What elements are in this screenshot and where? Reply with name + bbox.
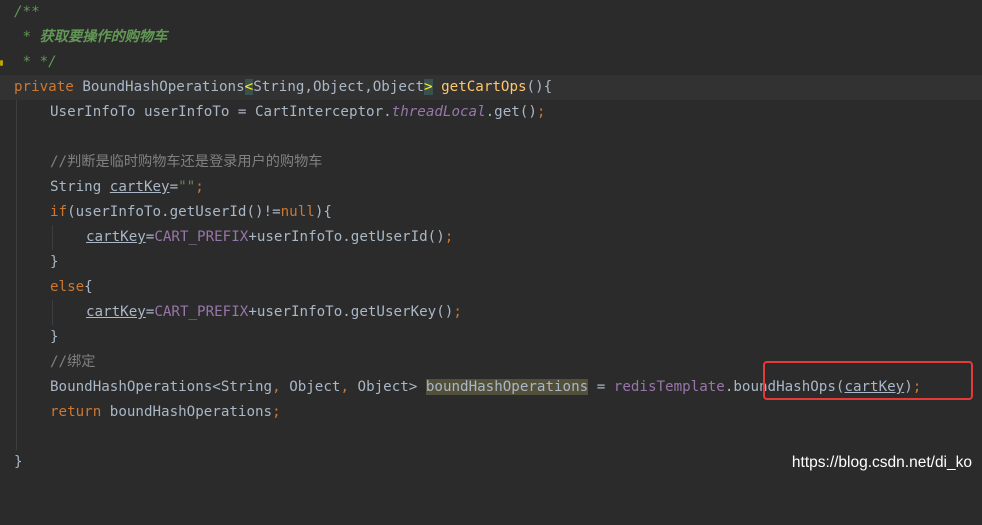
indent-guide [52,300,53,325]
keyword-null: null [280,204,315,220]
line-comment: //绑定 [50,354,96,370]
code-line-9: if(userInfoTo.getUserId()!=null){ [0,200,982,225]
return-type: BoundHashOperations [82,79,245,95]
indent-guide [16,425,17,450]
constant-cart-prefix: CART_PREFIX [154,229,249,245]
code-line-10: cartKey=CART_PREFIX+userInfoTo.getUserId… [0,225,982,250]
code-line-17: return boundHashOperations; [0,400,982,425]
generic-args: String,Object,Object [253,79,425,95]
javadoc-text: 获取要操作的购物车 [39,29,168,45]
indent-guide [16,125,17,150]
code-line-8: String cartKey=""; [0,175,982,200]
indent-guide [16,350,17,375]
highlight-annotation-box [763,361,973,400]
keyword-if: if [50,204,68,220]
keyword-return: return [50,404,110,420]
code-line-2: * 获取要操作的购物车 [0,25,982,50]
generic-close-bracket: > [424,79,433,95]
indent-guide [16,375,17,400]
indent-guide [52,225,53,250]
code-line-3: * */ [0,50,982,75]
field-redis-template: redisTemplate [613,379,725,395]
indent-guide [16,150,17,175]
closing-brace: } [50,254,59,270]
bookmark-gutter-icon[interactable] [0,60,3,66]
code-line-11: } [0,250,982,275]
generic-open-bracket: < [244,79,254,95]
indent-guide [16,200,17,225]
indent-guide [16,275,17,300]
code-line-13: cartKey=CART_PREFIX+userInfoTo.getUserKe… [0,300,982,325]
code-line-4: private BoundHashOperations<String,Objec… [0,75,982,100]
code-line-14: } [0,325,982,350]
code-line-12: else{ [0,275,982,300]
keyword-private: private [14,79,83,95]
constant-cart-prefix: CART_PREFIX [154,304,249,320]
indent-guide [16,300,17,325]
code-line-6 [0,125,982,150]
line-comment: //判断是临时购物车还是登录用户的购物车 [50,154,323,170]
closing-brace: } [50,329,59,345]
indent-guide [16,225,17,250]
method-closing-brace: } [14,454,23,470]
javadoc-open: /** [14,4,40,20]
code-line-1: /** [0,0,982,25]
static-field: threadLocal [391,104,486,120]
indent-guide [16,175,17,200]
code-line-18 [0,425,982,450]
keyword-else: else [50,279,85,295]
indent-guide [16,250,17,275]
method-signature-tail: (){ [526,79,553,95]
code-line-7: //判断是临时购物车还是登录用户的购物车 [0,150,982,175]
indent-guide [16,400,17,425]
variable-cartkey: cartKey [109,179,170,195]
watermark-url: https://blog.csdn.net/di_ko [791,454,972,471]
variable-cartkey: cartKey [86,304,146,320]
variable-declaration-highlight: boundHashOperations [425,379,589,395]
indent-guide [16,325,17,350]
variable-cartkey: cartKey [86,229,146,245]
method-name: getCartOps [441,79,527,95]
indent-guide [16,100,17,125]
javadoc-star: * [14,29,40,45]
javadoc-close: * */ [14,54,57,70]
code-editor[interactable]: /** * 获取要操作的购物车 * */ private BoundHashOp… [0,0,982,484]
string-literal: "" [178,179,196,195]
code-line-5: UserInfoTo userInfoTo = CartInterceptor.… [0,100,982,125]
